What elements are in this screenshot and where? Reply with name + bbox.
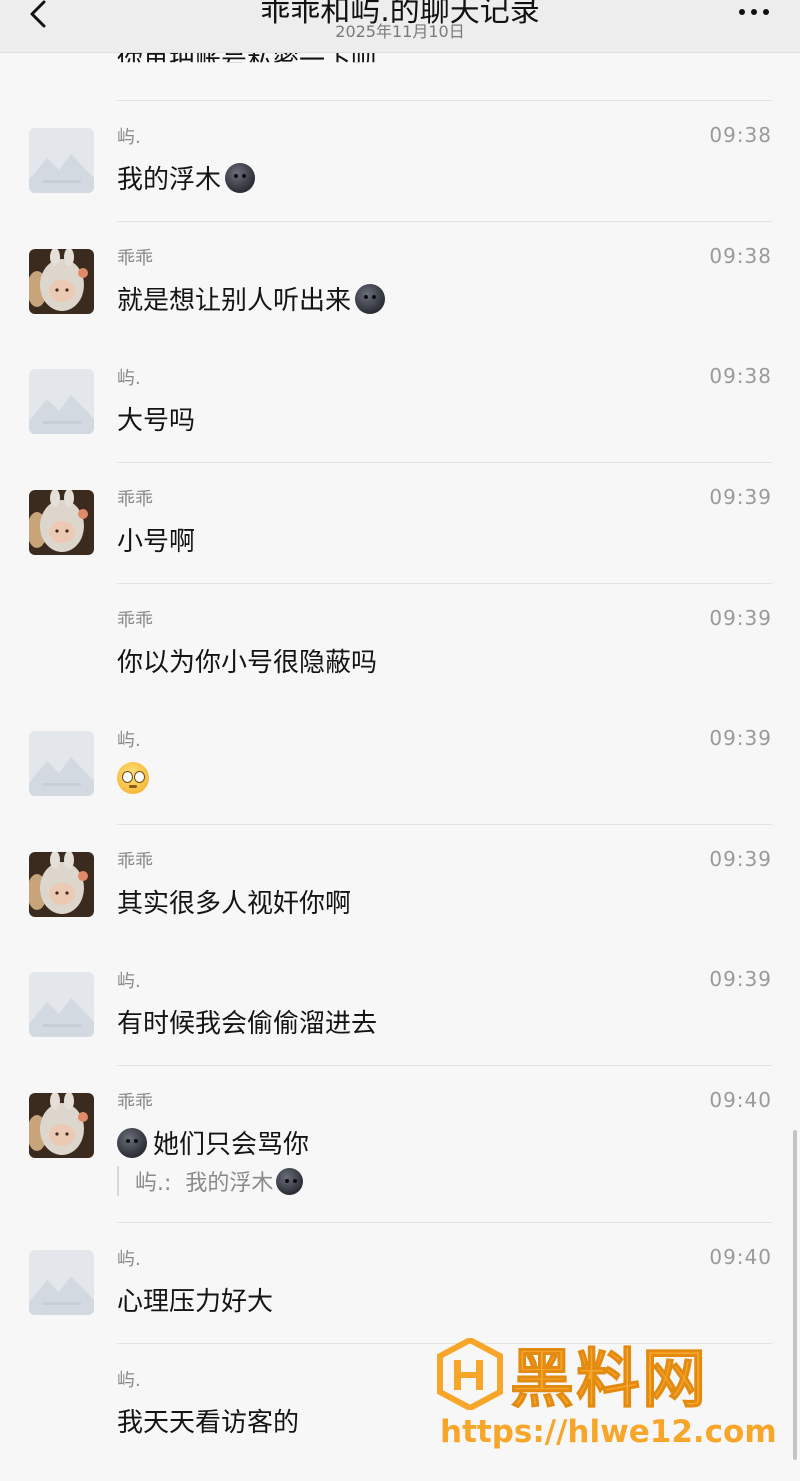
message-text-row: 她们只会骂你 [117, 1124, 309, 1161]
chat-date: 2025年11月10日 [335, 22, 465, 41]
avatar[interactable] [29, 852, 94, 917]
message-time: 09:40 [709, 1245, 772, 1269]
top-bar: 乖乖和屿.的聊天记录 2025年11月10日 [0, 0, 800, 53]
message-item[interactable]: 乖乖 09:38 就是想让别人听出来 [0, 222, 800, 343]
message-text: 我的浮木 [117, 165, 222, 195]
landscape-placeholder-icon [29, 1250, 94, 1315]
message-text: 我天天看访客的 [117, 1408, 300, 1438]
avatar[interactable] [29, 972, 94, 1037]
sender-name: 乖乖 [117, 248, 153, 269]
landscape-placeholder-icon [29, 128, 94, 193]
message-text-row: 我的浮木 [117, 159, 256, 196]
avatar[interactable] [29, 128, 94, 193]
message-time: 09:38 [709, 123, 772, 147]
doll-avatar-icon [29, 1093, 94, 1158]
avatar[interactable] [29, 731, 94, 796]
dark-face-emoji-icon [117, 1127, 147, 1158]
doll-avatar-icon [29, 490, 94, 555]
sender-name: 屿. [117, 1249, 141, 1270]
sender-name: 屿. [117, 971, 141, 992]
landscape-placeholder-icon [29, 731, 94, 796]
message-item[interactable]: 乖乖 09:39 小号啊 [0, 463, 800, 584]
sender-name: 乖乖 [117, 851, 153, 872]
landscape-placeholder-icon [29, 972, 94, 1037]
message-item[interactable]: 乖乖 09:40 她们只会骂你 屿.: 我的浮木 [0, 1066, 800, 1223]
quoted-text: 我的浮木 [185, 1171, 274, 1196]
message-time: 09:39 [709, 485, 772, 509]
scrollbar[interactable] [793, 1130, 797, 1460]
doll-avatar-icon [29, 852, 94, 917]
watermark-logo-icon [437, 1338, 503, 1410]
message-time: 09:39 [709, 967, 772, 991]
watermark-url: https://hlwe12.com [440, 1414, 777, 1450]
message-time: 09:38 [709, 244, 772, 268]
sender-name: 屿. [117, 127, 141, 148]
message-time: 09:39 [709, 606, 772, 630]
message-text: 大号吗 [117, 406, 196, 436]
sender-name: 乖乖 [117, 610, 153, 631]
sender-name: 屿. [117, 368, 141, 389]
message-time: 09:38 [709, 364, 772, 388]
message-text: 就是想让别人听出来 [117, 286, 352, 316]
message-time: 09:39 [709, 847, 772, 871]
sender-name: 屿. [117, 730, 141, 751]
message-text: 心理压力好大 [117, 1287, 274, 1317]
message-item[interactable]: 乖乖 09:39 其实很多人视奸你啊 [0, 825, 800, 946]
avatar[interactable] [29, 369, 94, 434]
pleading-face-emoji-icon [117, 762, 149, 794]
quoted-sender: 屿.: [135, 1171, 172, 1196]
chat-history-screen: 乖乖和屿.的聊天记录 2025年11月10日 你再把账号私密一下呗 屿. 09:… [0, 0, 800, 1481]
dark-face-emoji-icon [355, 283, 386, 314]
sender-name: 乖乖 [117, 1092, 153, 1113]
avatar[interactable] [29, 1250, 94, 1315]
message-text: 有时候我会偷偷溜进去 [117, 1009, 378, 1039]
avatar[interactable] [29, 249, 94, 314]
watermark-title: 黑料网 [510, 1343, 708, 1418]
sender-name: 屿. [117, 1370, 141, 1391]
message-item[interactable]: 屿. 09:38 我的浮木 [0, 101, 800, 222]
landscape-placeholder-icon [29, 369, 94, 434]
message-time: 09:39 [709, 726, 772, 750]
watermark: 黑料网 https://hlwe12.com [436, 1338, 777, 1458]
message-item[interactable]: 屿. 09:39 有时候我会偷偷溜进去 [0, 945, 800, 1066]
sender-name: 乖乖 [117, 489, 153, 510]
message-text: 小号啊 [117, 527, 196, 557]
avatar[interactable] [29, 490, 94, 555]
message-text: 你以为你小号很隐蔽吗 [117, 648, 378, 678]
doll-avatar-icon [29, 249, 94, 314]
more-options-icon[interactable] [734, 0, 774, 30]
message-text-row: 就是想让别人听出来 [117, 280, 386, 317]
message-text: 她们只会骂你 [153, 1130, 310, 1160]
message-text-row [117, 762, 149, 794]
message-item[interactable]: 乖乖 09:39 你以为你小号很隐蔽吗 [0, 584, 800, 705]
message-time: 09:40 [709, 1088, 772, 1112]
message-item[interactable]: 屿. 09:40 心理压力好大 [0, 1223, 800, 1344]
message-item[interactable]: 屿. 09:38 大号吗 [0, 342, 800, 463]
quoted-message[interactable]: 屿.: 我的浮木 [117, 1166, 304, 1196]
message-text: 其实很多人视奸你啊 [117, 889, 352, 919]
message-item[interactable]: 屿. 09:39 [0, 704, 800, 825]
dark-face-emoji-icon [225, 162, 256, 193]
avatar[interactable] [29, 1093, 94, 1158]
dark-face-emoji-icon [276, 1167, 304, 1195]
